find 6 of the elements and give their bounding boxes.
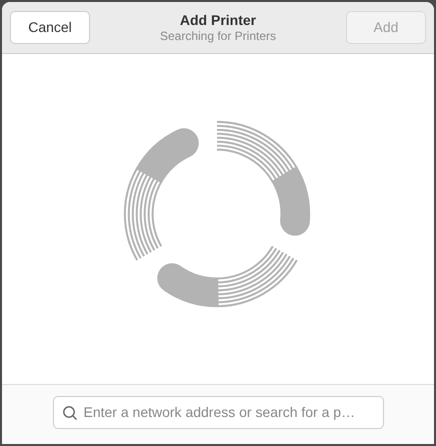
search-field[interactable]: Enter a network address or search for a p… <box>52 396 384 429</box>
cancel-button[interactable]: Cancel <box>10 11 90 44</box>
search-icon <box>62 404 78 420</box>
dialog-subtitle: Searching for Printers <box>160 29 276 44</box>
dialog-title: Add Printer <box>180 11 256 29</box>
spinner-icon <box>124 120 310 308</box>
